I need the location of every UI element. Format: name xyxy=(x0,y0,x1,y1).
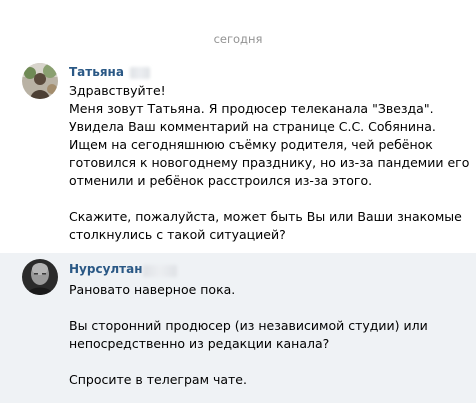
message-time xyxy=(143,265,177,277)
message-line: Вы сторонний продюсер (из независимой ст… xyxy=(69,318,428,333)
avatar[interactable] xyxy=(22,63,58,99)
message-line: столкнулись с такой ситуацией? xyxy=(69,227,286,242)
avatar-photo-icon xyxy=(22,63,58,99)
message-line: Меня зовут Татьяна. Я продюсер телеканал… xyxy=(69,101,434,116)
message-line: Спросите в телеграм чате. xyxy=(69,372,247,387)
message-line xyxy=(69,190,469,208)
avatar-photo-icon xyxy=(22,259,58,295)
message-line: отменили и ребёнок расстроился из-за это… xyxy=(69,173,373,188)
author-name[interactable]: Нурсултан xyxy=(69,262,143,276)
message-text: Здравствуйте! Меня зовут Татьяна. Я прод… xyxy=(69,82,469,244)
message-line xyxy=(69,353,469,371)
message-line: Рановато наверное пока. xyxy=(69,282,236,297)
message-tatyana[interactable]: Татьяна Здравствуйте! Меня зовут Татьяна… xyxy=(0,58,476,248)
message-text: Рановато наверное пока. Вы сторонний про… xyxy=(69,281,469,389)
message-line: Увидела Ваш комментарий на странице С.С.… xyxy=(69,119,436,134)
author-name[interactable]: Татьяна xyxy=(69,65,124,79)
message-line: непосредственно из редакции канала? xyxy=(69,336,330,351)
date-separator: сегодня xyxy=(213,32,263,46)
message-line: Здравствуйте! xyxy=(69,83,166,98)
message-nursultan[interactable]: Нурсултан Рановато наверное пока. Вы сто… xyxy=(0,253,476,403)
message-line: Ищем на сегодняшнюю съёмку родителя, чей… xyxy=(69,137,433,152)
avatar[interactable] xyxy=(22,259,58,295)
message-line: Скажите, пожалуйста, может быть Вы или В… xyxy=(69,209,462,224)
message-time xyxy=(130,67,150,79)
message-line: готовился к новогоднему празднику, но из… xyxy=(69,155,470,170)
message-line xyxy=(69,299,469,317)
